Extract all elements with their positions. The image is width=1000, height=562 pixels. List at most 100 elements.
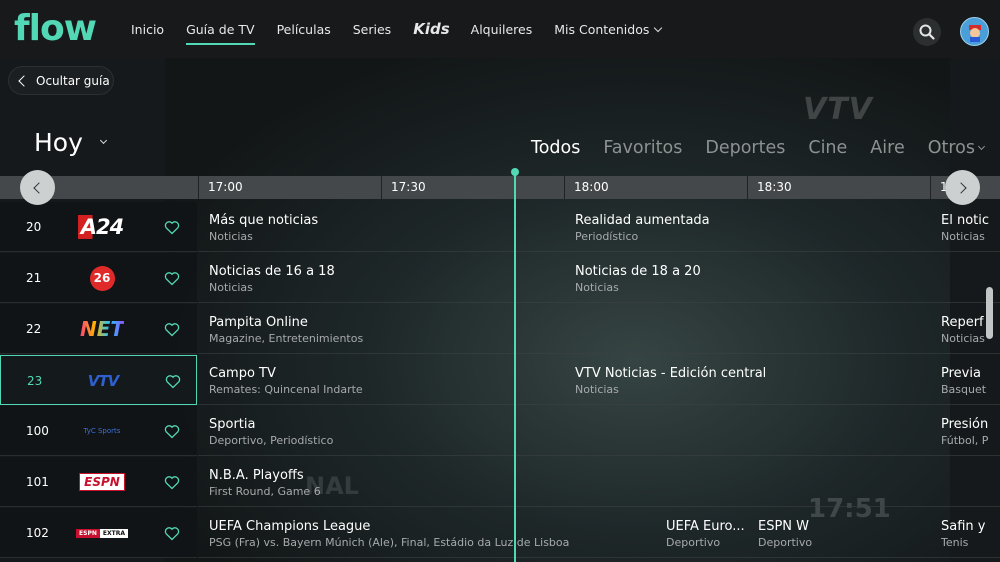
program-item[interactable]: Realidad aumentada Periodístico: [575, 213, 925, 244]
favorite-heart-icon[interactable]: [164, 526, 180, 541]
channel-logo: ESPN EXTRA: [76, 520, 128, 546]
favorite-heart-icon[interactable]: [164, 475, 180, 490]
chevron-down-icon: [977, 142, 986, 151]
channel-row: 21 26 Noticias de 16 a 18 Noticias Notici…: [0, 253, 1000, 303]
program-item[interactable]: Previa Basquet: [941, 366, 1000, 397]
program-item[interactable]: N.B.A. Playoffs First Round, Game 6: [209, 468, 989, 499]
program-lane: UEFA Champions League PSG (Fra) vs. Bayer…: [198, 508, 1000, 558]
day-selector[interactable]: Hoy: [34, 128, 107, 157]
favorite-heart-icon[interactable]: [164, 271, 180, 286]
current-time-line: [514, 172, 516, 562]
program-item[interactable]: UEFA Champions League PSG (Fra) vs. Bayer…: [209, 519, 655, 550]
nav-kids[interactable]: Kids: [413, 20, 449, 38]
scroll-right-button[interactable]: [945, 170, 980, 205]
channel-row: 102 ESPN EXTRA UEFA Champions League PSG (…: [0, 508, 1000, 558]
timeline-bar: 17:00 17:30 18:00 18:30 1: [0, 176, 1000, 199]
program-item[interactable]: Sportia Deportivo, Periodístico: [209, 417, 929, 448]
channel-cell-selected[interactable]: 23 VTV: [0, 355, 197, 405]
program-item[interactable]: Noticias de 16 a 18 Noticias: [209, 264, 564, 295]
channel-logo: ESPN: [76, 469, 128, 495]
scroll-left-button[interactable]: [20, 170, 55, 205]
channel-logo: TyC Sports: [83, 427, 121, 435]
program-lane: N.B.A. Playoffs First Round, Game 6: [198, 457, 1000, 507]
program-item[interactable]: VTV Noticias - Edición central Noticias: [575, 366, 925, 397]
program-item[interactable]: El notic Noticias: [941, 213, 1000, 244]
filter-aire[interactable]: Aire: [870, 138, 904, 158]
channel-cell[interactable]: 102 ESPN EXTRA: [0, 508, 197, 558]
channel-cell[interactable]: 101 ESPN: [0, 457, 197, 507]
filter-otros-label: Otros: [927, 138, 975, 158]
time-slot: 17:00: [198, 176, 381, 199]
channel-row: 23 VTV Campo TV Remates: Quincenal Indart…: [0, 355, 1000, 405]
chevron-down-icon: [99, 136, 107, 145]
favorite-heart-icon[interactable]: [164, 220, 180, 235]
filter-todos[interactable]: Todos: [531, 138, 580, 158]
day-label: Hoy: [34, 128, 83, 157]
program-lane: Noticias de 16 a 18 Noticias Noticias de …: [198, 253, 1000, 303]
channel-cell[interactable]: 100 TyC Sports: [0, 406, 197, 456]
program-item[interactable]: Campo TV Remates: Quincenal Indarte: [209, 366, 564, 397]
channel-number: 100: [26, 424, 49, 438]
program-item[interactable]: ESPN W Deportivo: [758, 519, 928, 550]
channel-row: 22 NET Pampita Online Magazine, Entreteni…: [0, 304, 1000, 354]
program-lane: Sportia Deportivo, Periodístico Presión Fú…: [198, 406, 1000, 456]
nav-inicio[interactable]: Inicio: [131, 22, 164, 37]
channel-row: 20 A24 Más que noticias Noticias Realidad…: [0, 202, 1000, 252]
nav-series[interactable]: Series: [353, 22, 391, 37]
favorite-heart-icon[interactable]: [164, 424, 180, 439]
vertical-scrollbar[interactable]: [986, 287, 993, 339]
channel-logo: VTV: [87, 372, 119, 390]
program-item[interactable]: Más que noticias Noticias: [209, 213, 564, 244]
program-lane: Más que noticias Noticias Realidad aument…: [198, 202, 1000, 252]
channel-number: 23: [27, 374, 43, 388]
program-lane: Campo TV Remates: Quincenal Indarte VTV N…: [198, 355, 1000, 405]
channel-number: 20: [26, 220, 42, 234]
program-item[interactable]: Pampita Online Magazine, Entretenimientos: [209, 315, 929, 346]
nav-alquileres[interactable]: Alquileres: [471, 22, 533, 37]
time-slot: 18:00: [564, 176, 747, 199]
avatar[interactable]: [960, 17, 989, 46]
filter-deportes[interactable]: Deportes: [705, 138, 785, 158]
chevron-left-icon: [33, 181, 45, 194]
channel-cell[interactable]: 22 NET: [0, 304, 197, 354]
category-filters: Todos Favoritos Deportes Cine Aire Otros: [508, 138, 986, 158]
program-item[interactable]: UEFA Euro... Deportivo: [666, 519, 748, 550]
program-item[interactable]: Presión Fútbol, P: [941, 417, 1000, 448]
flow-logo[interactable]: flow: [14, 8, 97, 49]
program-lane: Pampita Online Magazine, Entretenimientos…: [198, 304, 1000, 354]
channel-cell[interactable]: 20 A24: [0, 202, 197, 252]
channel-number: 21: [26, 271, 42, 285]
nav-mis-contenidos-label: Mis Contenidos: [554, 21, 650, 37]
chevron-down-icon: [654, 23, 663, 32]
channel-row: 101 ESPN N.B.A. Playoffs First Round, Gam…: [0, 457, 1000, 507]
channel-logo: NET: [79, 317, 125, 341]
filter-favoritos[interactable]: Favoritos: [603, 138, 682, 158]
hide-guide-button[interactable]: Ocultar guía: [8, 66, 114, 95]
nav-mis-contenidos[interactable]: Mis Contenidos: [554, 21, 663, 37]
channel-number: 102: [26, 526, 49, 540]
nav-peliculas[interactable]: Películas: [277, 22, 331, 37]
favorite-heart-icon[interactable]: [164, 322, 180, 337]
channel-logo: A24: [76, 214, 128, 240]
channel-watermark: VTV: [803, 92, 873, 127]
time-slot: 18:30: [747, 176, 930, 199]
search-icon: [919, 24, 935, 40]
channel-number: 22: [26, 322, 42, 336]
chevron-left-icon: [18, 74, 30, 87]
user-avatar-icon: [968, 24, 981, 42]
channel-row: 100 TyC Sports Sportia Deportivo, Periodí…: [0, 406, 1000, 456]
time-slot: 17:30: [381, 176, 564, 199]
filter-cine[interactable]: Cine: [808, 138, 847, 158]
channel-cell[interactable]: 21 26: [0, 253, 197, 303]
top-navigation-bar: flow Inicio Guía de TV Películas Series …: [0, 0, 1000, 58]
hide-guide-label: Ocultar guía: [36, 73, 110, 88]
program-item[interactable]: Safin y Tenis: [941, 519, 1000, 550]
favorite-heart-icon[interactable]: [165, 374, 181, 389]
search-button[interactable]: [913, 18, 941, 46]
program-item[interactable]: Noticias de 18 a 20 Noticias: [575, 264, 925, 295]
channel-logo: 26: [76, 265, 128, 291]
chevron-right-icon: [955, 181, 967, 194]
channel-number: 101: [26, 475, 49, 489]
filter-otros[interactable]: Otros: [927, 138, 986, 158]
nav-guia-de-tv[interactable]: Guía de TV: [186, 22, 255, 45]
